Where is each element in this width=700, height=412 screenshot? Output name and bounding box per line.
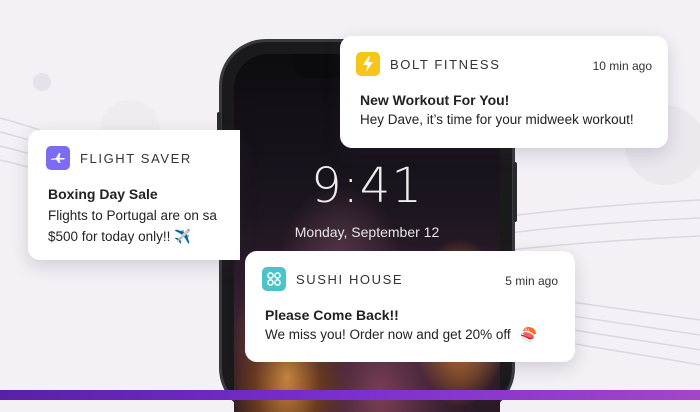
notification-flight-saver[interactable]: FLIGHT SAVER Boxing Day Sale Flights to …: [28, 130, 240, 260]
notification-bolt-fitness[interactable]: BOLT FITNESS 10 min ago New Workout For …: [340, 36, 668, 148]
sushi-emoji-icon: 🍣: [520, 327, 538, 343]
notification-body-line-2: $500 for today only!! ✈️: [48, 229, 191, 245]
notification-app-name: BOLT FITNESS: [390, 56, 501, 72]
notification-body: We miss you! Order now and get 20% off 🍣: [265, 327, 538, 343]
notification-title: New Workout For You!: [360, 92, 510, 108]
notification-title: Please Come Back!!: [265, 307, 399, 323]
lockscreen-time: 9:41: [311, 158, 423, 214]
notification-sushi-house[interactable]: SUSHI HOUSE 5 min ago Please Come Back!!…: [245, 251, 575, 362]
bottom-accent-bar: [0, 390, 700, 400]
notification-app-name: SUSHI HOUSE: [296, 271, 404, 287]
lightning-bolt-icon: [356, 52, 380, 76]
airplane-icon: [46, 146, 70, 170]
grid-dots-icon: [262, 267, 286, 291]
lockscreen-date: Monday, September 12: [294, 224, 440, 240]
notification-title: Boxing Day Sale: [48, 186, 158, 202]
notification-body: Hey Dave, it’s time for your midweek wor…: [360, 112, 634, 127]
airplane-emoji-icon: ✈️: [174, 229, 191, 245]
notification-age: 10 min ago: [592, 59, 652, 73]
notification-app-name: FLIGHT SAVER: [80, 150, 192, 166]
phone-power-button: [513, 162, 517, 222]
notification-age: 5 min ago: [505, 274, 558, 288]
notification-body-line-1: Flights to Portugal are on sa: [48, 208, 217, 223]
